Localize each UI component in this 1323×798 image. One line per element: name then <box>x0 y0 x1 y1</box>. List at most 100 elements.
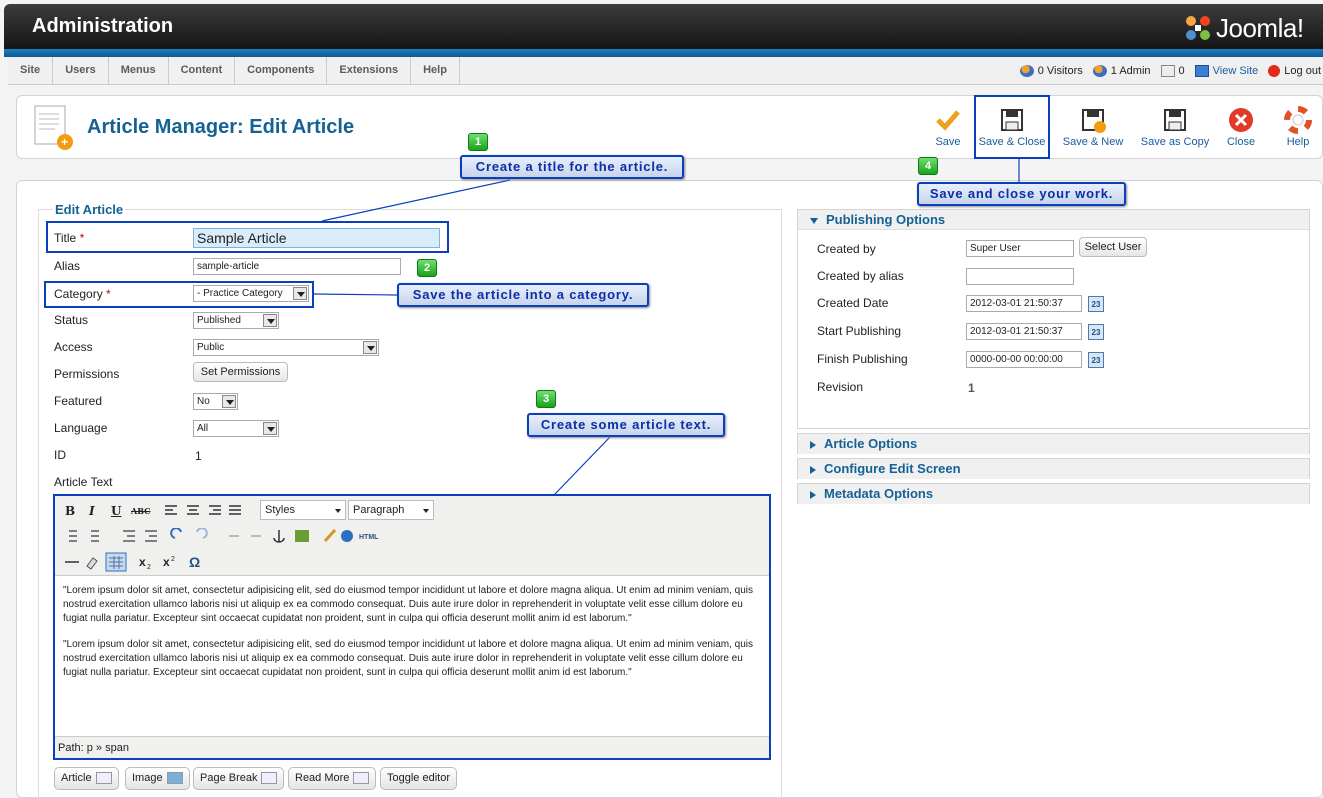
permissions-label: Permissions <box>54 367 120 381</box>
configure-edit-screen-header: Configure Edit Screen <box>824 461 961 476</box>
floppy-plus-icon <box>1082 109 1106 133</box>
logout-link[interactable]: Log out <box>1268 65 1321 77</box>
save-close-highlight <box>974 95 1050 159</box>
header-accent-bar <box>4 49 1323 57</box>
article-page-icon: + <box>34 105 73 150</box>
finish-publishing-input[interactable]: 0000-00-00 00:00:00 <box>966 351 1082 368</box>
id-label: ID <box>54 448 66 462</box>
strikethrough-icon[interactable]: ABC <box>131 506 150 516</box>
language-label: Language <box>54 421 108 435</box>
access-select[interactable]: Public <box>193 339 379 356</box>
power-icon <box>1268 65 1281 77</box>
created-date-input[interactable]: 2012-03-01 21:50:37 <box>966 295 1082 312</box>
joomla-logo[interactable]: Joomla! <box>1182 12 1304 44</box>
calendar-icon[interactable]: 23 <box>1088 324 1104 340</box>
svg-text:+: + <box>61 135 68 149</box>
article-options-header: Article Options <box>824 436 918 451</box>
callout-3-number: 3 <box>536 390 556 408</box>
joomla-logo-text: Joomla! <box>1216 12 1304 43</box>
editor-content[interactable]: "Lorem ipsum dolor sit amet, consectetur… <box>63 584 763 692</box>
menu-help[interactable]: Help <box>411 57 460 85</box>
toolbar: + Article Manager: Edit Article Save Sav… <box>16 95 1323 159</box>
menubar: Site Users Menus Content Components Exte… <box>8 57 1323 85</box>
editor-toolbar-row3[interactable]: x2 x2 Ω <box>63 552 223 572</box>
finish-publishing-label: Finish Publishing <box>817 352 908 366</box>
alias-label: Alias <box>54 259 81 273</box>
svg-text:Ω: Ω <box>189 554 200 570</box>
calendar-icon[interactable]: 23 <box>1088 352 1104 368</box>
created-by-alias-input[interactable] <box>966 268 1074 285</box>
menu-site[interactable]: Site <box>8 57 54 85</box>
svg-text:2: 2 <box>147 564 151 571</box>
save-new-button[interactable]: Save & New <box>1057 98 1129 156</box>
featured-label: Featured <box>54 394 103 408</box>
configure-edit-screen-panel[interactable]: Configure Edit Screen <box>797 458 1310 479</box>
view-site-link[interactable]: View Site <box>1194 65 1258 77</box>
format-select[interactable]: Paragraph <box>348 500 434 520</box>
chevron-down-icon <box>263 314 277 327</box>
created-date-label: Created Date <box>817 296 889 310</box>
insert-image-button[interactable]: Image <box>125 767 190 790</box>
admin-icon <box>1092 65 1107 77</box>
menu-components[interactable]: Components <box>235 57 328 85</box>
article-text-editor: B I U ABC Styles Paragraph HTML x 2 x 2 … <box>53 494 771 760</box>
created-by-input: Super User <box>966 240 1074 257</box>
status-select[interactable]: Published <box>193 312 279 329</box>
visitors-status: 0 Visitors <box>1019 65 1083 77</box>
select-user-button[interactable]: Select User <box>1079 237 1147 257</box>
revision-label: Revision <box>817 380 864 394</box>
page-break-button[interactable]: Page Break <box>193 767 285 790</box>
admin-status: 1 Admin <box>1092 65 1151 77</box>
menu-extensions[interactable]: Extensions <box>327 57 412 85</box>
toggle-editor-button[interactable]: Toggle editor <box>380 767 457 790</box>
messages-status[interactable]: 0 <box>1160 65 1185 77</box>
article-options-panel[interactable]: Article Options <box>797 433 1310 454</box>
status-area: 0 Visitors 1 Admin 0 View Site Log out <box>1010 57 1323 85</box>
align-icons[interactable] <box>163 504 243 518</box>
editor-toolbar: B I U ABC Styles Paragraph HTML x 2 x 2 … <box>55 496 769 576</box>
menu-menus[interactable]: Menus <box>109 57 169 85</box>
publishing-options-header[interactable]: Publishing Options <box>798 210 1309 230</box>
bold-icon[interactable]: B <box>65 504 75 518</box>
calendar-icon[interactable]: 23 <box>1088 296 1104 312</box>
underline-icon[interactable]: U <box>111 504 121 518</box>
editor-paragraph: "Lorem ipsum dolor sit amet, consectetur… <box>63 639 754 678</box>
floppy-copy-icon <box>1164 109 1186 131</box>
save-button[interactable]: Save <box>929 98 967 156</box>
menu-content[interactable]: Content <box>169 57 236 85</box>
start-publishing-input[interactable]: 2012-03-01 21:50:37 <box>966 323 1082 340</box>
visitors-icon <box>1019 65 1034 77</box>
read-more-button[interactable]: Read More <box>288 767 377 790</box>
set-permissions-button[interactable]: Set Permissions <box>193 362 288 382</box>
chevron-down-icon <box>222 395 236 408</box>
callout-4-number: 4 <box>918 157 938 175</box>
featured-select[interactable]: No <box>193 393 238 410</box>
styles-select[interactable]: Styles <box>260 500 346 520</box>
metadata-options-header: Metadata Options <box>824 486 934 501</box>
callout-1-number: 1 <box>468 133 488 151</box>
admin-title: Administration <box>32 15 174 37</box>
chevron-down-icon <box>363 341 377 354</box>
start-publishing-label: Start Publishing <box>817 324 902 338</box>
caret-right-icon <box>810 490 816 499</box>
svg-text:x: x <box>139 555 146 569</box>
editor-path-bar: Path: p » span <box>55 736 769 758</box>
edit-article-legend: Edit Article <box>53 202 126 217</box>
revision-value: 1 <box>968 381 975 395</box>
status-label: Status <box>54 313 89 327</box>
language-select[interactable]: All <box>193 420 279 437</box>
image-icon <box>166 772 183 785</box>
save-as-copy-button[interactable]: Save as Copy <box>1135 98 1215 156</box>
italic-icon[interactable]: I <box>89 504 95 518</box>
insert-article-button[interactable]: Article <box>54 767 119 790</box>
readmore-icon <box>353 772 370 785</box>
close-button[interactable]: Close <box>1221 98 1261 156</box>
svg-text:2: 2 <box>171 556 175 563</box>
editor-toolbar-row2[interactable]: HTML <box>63 528 403 544</box>
metadata-options-panel[interactable]: Metadata Options <box>797 483 1310 504</box>
article-icon <box>95 772 112 785</box>
check-icon <box>936 110 960 131</box>
help-button[interactable]: Help <box>1279 98 1317 156</box>
alias-input[interactable]: sample-article <box>193 258 401 275</box>
menu-users[interactable]: Users <box>53 57 109 85</box>
